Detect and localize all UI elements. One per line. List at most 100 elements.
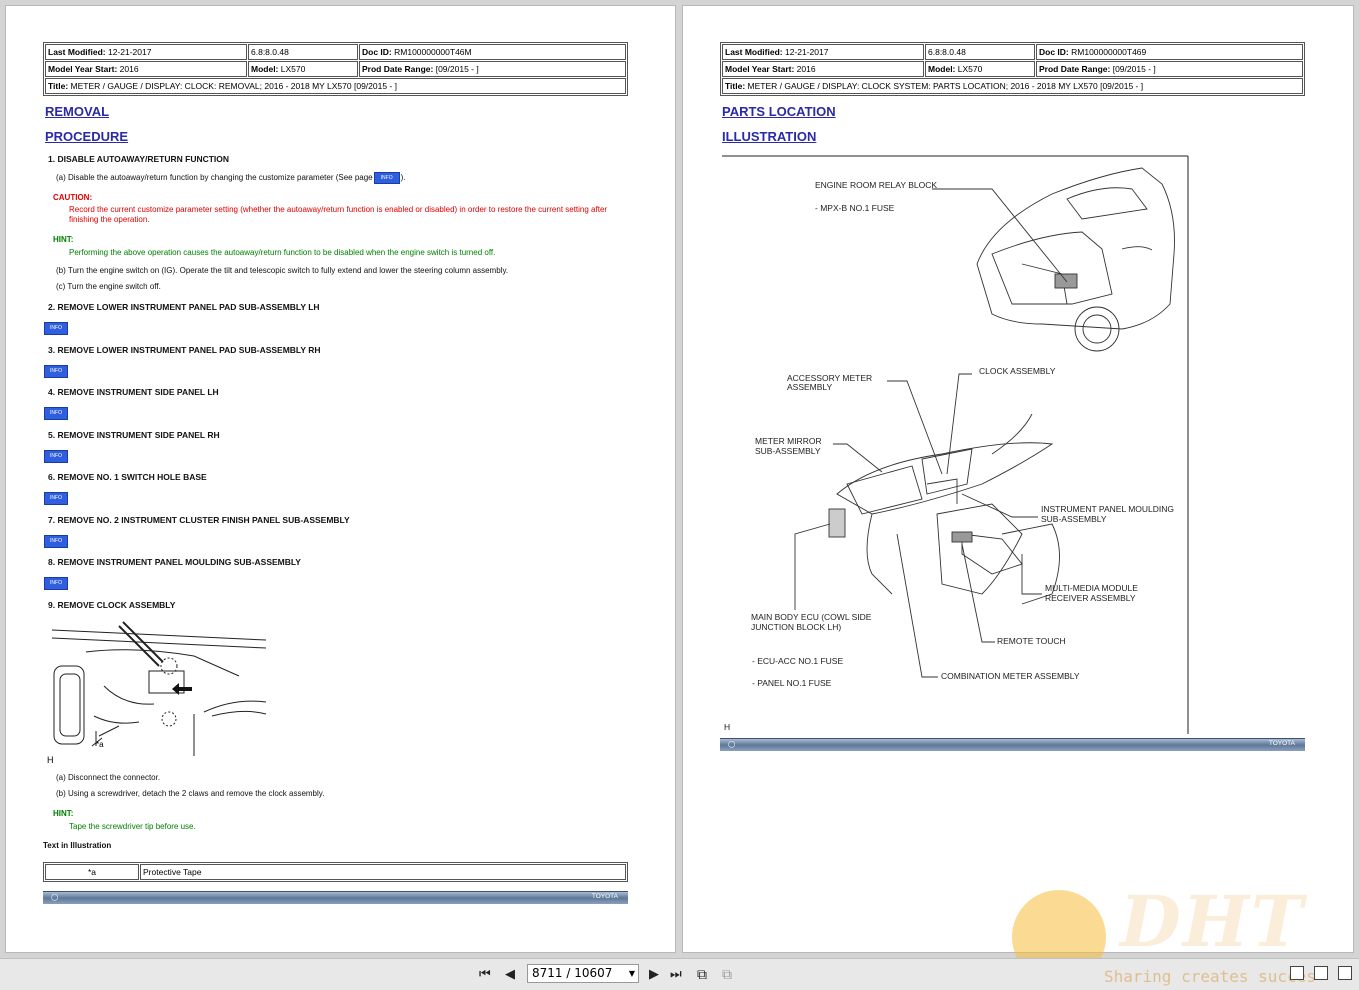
label-main-body-ecu-1: MAIN BODY ECU (COWL SIDE (751, 612, 872, 622)
label-engine-room-relay-block: ENGINE ROOM RELAY BLOCK (815, 180, 937, 190)
illustration-heading: ILLUSTRATION (722, 129, 817, 144)
info-link-button[interactable]: INFO (44, 322, 68, 335)
step-8-title: 8. REMOVE INSTRUMENT PANEL MOULDING SUB-… (48, 557, 301, 567)
step-1a-body: (a) Disable the autoaway/return function… (56, 173, 373, 183)
figure-h-label: H (47, 755, 54, 765)
last-modified-value: 12-21-2017 (784, 47, 829, 57)
info-link-button[interactable]: INFO (44, 492, 68, 505)
model-year-value: 2016 (119, 64, 139, 74)
parts-location-illustration: ENGINE ROOM RELAY BLOCK - MPX-B NO.1 FUS… (722, 155, 1189, 734)
model-year-label: Model Year Start: (48, 64, 118, 74)
first-page-icon[interactable]: ⏮ (479, 966, 491, 982)
two-page-view-icon[interactable] (1338, 966, 1352, 980)
document-header-table: Last Modified: 12-21-2017 6.8:8.0.48 Doc… (43, 42, 628, 96)
step-9a-text: (a) Disconnect the connector. (56, 773, 161, 782)
step-9b-text: (b) Using a screwdriver, detach the 2 cl… (56, 789, 325, 798)
label-remote-touch: REMOTE TOUCH (997, 636, 1066, 646)
step-4-title: 4. REMOVE INSTRUMENT SIDE PANEL LH (48, 387, 219, 397)
parts-location-heading: PARTS LOCATION (722, 104, 836, 119)
label-ecu-acc-fuse: - ECU-ACC NO.1 FUSE (752, 656, 843, 666)
document-title: METER / GAUGE / DISPLAY: CLOCK: REMOVAL;… (70, 81, 397, 91)
version-value: 6.8:8.0.48 (928, 47, 966, 57)
label-moulding-1: INSTRUMENT PANEL MOULDING (1041, 504, 1174, 514)
legend-value: Protective Tape (140, 864, 626, 880)
step-5-title: 5. REMOVE INSTRUMENT SIDE PANEL RH (48, 430, 220, 440)
single-page-view-icon[interactable] (1290, 966, 1304, 980)
hint-text: Tape the screwdriver tip before use. (69, 822, 196, 831)
caution-label: CAUTION: (53, 193, 93, 202)
removal-heading: REMOVAL (45, 104, 110, 119)
label-moulding-2: SUB-ASSEMBLY (1041, 514, 1107, 524)
prod-date-value: [09/2015 - ] (1112, 64, 1156, 74)
prod-date-label: Prod Date Range: (362, 64, 434, 74)
label-accessory-meter-2: ASSEMBLY (787, 382, 833, 392)
step-1-title: 1. DISABLE AUTOAWAY/RETURN FUNCTION (48, 154, 230, 164)
prod-date-value: [09/2015 - ] (435, 64, 479, 74)
doc-id-value: RM100000000T46M (394, 47, 472, 57)
text-in-illustration-heading: Text in Illustration (43, 841, 112, 850)
label-combination-meter: COMBINATION METER ASSEMBLY (941, 671, 1080, 681)
left-document-page: Last Modified: 12-21-2017 6.8:8.0.48 Doc… (5, 5, 676, 953)
last-modified-value: 12-21-2017 (107, 47, 152, 57)
info-link-button[interactable]: INFO (373, 172, 400, 184)
label-multimedia-1: MULTI-MEDIA MODULE (1045, 583, 1138, 593)
last-modified-label: Last Modified: (48, 47, 106, 57)
prev-page-icon[interactable]: ◀ (505, 966, 515, 982)
watermark-brand: DHT (1120, 880, 1305, 963)
next-page-icon[interactable]: ▶ (649, 966, 659, 982)
model-label: Model: (928, 64, 956, 74)
model-year-label: Model Year Start: (725, 64, 795, 74)
page-number-input[interactable]: 8711 / 10607 ▼ (527, 964, 639, 983)
title-label: Title: (48, 81, 69, 91)
hint-label: HINT: (53, 809, 74, 818)
page-footer-bar: ◯ TOYOTA (43, 891, 628, 904)
step-1a-text: (a) Disable the autoaway/return function… (56, 172, 406, 184)
version-value: 6.8:8.0.48 (251, 47, 289, 57)
doc-id-value: RM100000000T469 (1071, 47, 1147, 57)
info-link-button[interactable]: INFO (44, 407, 68, 420)
page-number-value: 8711 / 10607 (532, 966, 613, 980)
step-2-title: 2. REMOVE LOWER INSTRUMENT PANEL PAD SUB… (48, 302, 320, 312)
step-6-title: 6. REMOVE NO. 1 SWITCH HOLE BASE (48, 472, 207, 482)
figure-callout-a: *a (96, 740, 104, 749)
prod-date-label: Prod Date Range: (1039, 64, 1111, 74)
model-year-value: 2016 (796, 64, 816, 74)
toyota-emblem-icon: ◯ (728, 741, 736, 748)
next-view-icon[interactable]: ⧉ (722, 966, 732, 983)
toyota-logo: TOYOTA (1268, 740, 1295, 747)
document-header-table: Last Modified: 12-21-2017 6.8:8.0.48 Doc… (720, 42, 1305, 96)
clock-removal-illustration: *a H (47, 621, 267, 765)
continuous-view-icon[interactable] (1314, 966, 1328, 980)
info-link-button[interactable]: INFO (44, 365, 68, 378)
title-label: Title: (725, 81, 746, 91)
doc-id-label: Doc ID: (1039, 47, 1069, 57)
info-link-button[interactable]: INFO (44, 450, 68, 463)
previous-view-icon[interactable]: ⧉ (697, 966, 707, 983)
info-link-button[interactable]: INFO (44, 535, 68, 548)
toyota-logo: TOYOTA (591, 893, 618, 900)
step-1a-end: ). (400, 173, 406, 183)
step-1c-text: (c) Turn the engine switch off. (56, 282, 161, 291)
page-footer-bar: ◯ TOYOTA (720, 738, 1305, 751)
right-document-page: Last Modified: 12-21-2017 6.8:8.0.48 Doc… (682, 5, 1354, 953)
chevron-down-icon[interactable]: ▼ (629, 965, 635, 982)
last-page-icon[interactable]: ⏭ (670, 966, 682, 982)
model-value: LX570 (957, 64, 983, 74)
label-meter-mirror-2: SUB-ASSEMBLY (755, 446, 821, 456)
label-main-body-ecu-2: JUNCTION BLOCK LH) (751, 622, 841, 632)
step-1b-text: (b) Turn the engine switch on (IG). Oper… (56, 266, 509, 275)
step-7-title: 7. REMOVE NO. 2 INSTRUMENT CLUSTER FINIS… (48, 515, 350, 525)
figure-h-label: H (724, 722, 730, 732)
model-value: LX570 (280, 64, 306, 74)
label-meter-mirror-1: METER MIRROR (755, 436, 822, 446)
legend-key: *a (45, 864, 139, 880)
model-label: Model: (251, 64, 279, 74)
label-panel-fuse: - PANEL NO.1 FUSE (752, 678, 832, 688)
procedure-heading: PROCEDURE (45, 129, 129, 144)
illustration-legend-table: *a Protective Tape (43, 862, 628, 882)
info-link-button[interactable]: INFO (44, 577, 68, 590)
label-mpx-fuse: - MPX-B NO.1 FUSE (815, 203, 895, 213)
step-9-title: 9. REMOVE CLOCK ASSEMBLY (48, 600, 176, 610)
hint-label: HINT: (53, 235, 74, 244)
doc-id-label: Doc ID: (362, 47, 392, 57)
